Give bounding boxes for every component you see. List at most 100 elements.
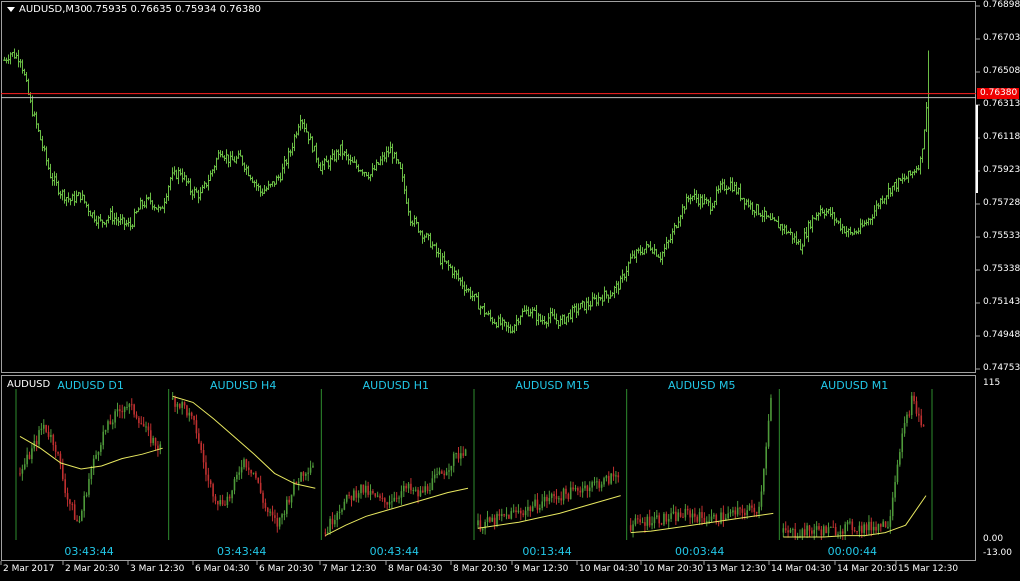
mini-candle-body bbox=[784, 528, 787, 531]
mini-candle-body bbox=[646, 516, 649, 526]
time-tick-label: 10 Mar 20:30 bbox=[643, 564, 704, 574]
mini-candle-body bbox=[755, 512, 758, 514]
mini-candle-body bbox=[238, 472, 241, 475]
mini-candle-body bbox=[899, 452, 901, 465]
mini-candle-body bbox=[684, 508, 687, 518]
mini-candle-body bbox=[760, 491, 763, 507]
mini-candle-body bbox=[496, 513, 498, 525]
chart-window[interactable]: AUDUSD,M30 0.75935 0.76635 0.75934 0.763… bbox=[0, 0, 1020, 581]
timeframe-label: AUDUSD M5 bbox=[668, 379, 736, 392]
mini-candle-body bbox=[834, 526, 837, 535]
mini-candle-body bbox=[691, 513, 694, 518]
mini-candle-body bbox=[827, 527, 830, 534]
mini-candle-body bbox=[765, 446, 767, 469]
mini-candle-body bbox=[844, 524, 846, 534]
mini-candle-body bbox=[219, 500, 222, 505]
mini-candle-body bbox=[40, 428, 43, 431]
mini-candle-body bbox=[560, 498, 563, 501]
mini-candle-body bbox=[157, 445, 159, 450]
mini-candle-body bbox=[422, 490, 424, 493]
mini-candle-body bbox=[527, 506, 529, 511]
mini-candle-body bbox=[825, 526, 827, 534]
mini-candle-body bbox=[407, 483, 410, 489]
mini-candle-body bbox=[739, 507, 741, 509]
mini-candle-body bbox=[76, 519, 78, 522]
mini-candle-body bbox=[686, 508, 689, 511]
mini-candle-body bbox=[381, 497, 384, 499]
mini-candle-body bbox=[391, 501, 393, 503]
mini-candle-body bbox=[553, 494, 555, 497]
mini-candle-body bbox=[651, 523, 653, 526]
mini-candle-body bbox=[758, 506, 760, 514]
bar-countdown: 03:43:44 bbox=[64, 545, 114, 558]
mini-candle-body bbox=[297, 481, 300, 484]
mini-candle-body bbox=[269, 511, 271, 513]
mini-candle-body bbox=[305, 473, 307, 476]
mini-candle-body bbox=[126, 406, 128, 408]
price-tick-label: 0.75338 bbox=[983, 264, 1020, 274]
mini-candle-body bbox=[362, 484, 365, 493]
mini-candle-body bbox=[584, 485, 586, 489]
mini-candle-body bbox=[579, 490, 582, 493]
timeframe-label: AUDUSD H1 bbox=[362, 379, 429, 392]
mini-candle-body bbox=[830, 526, 832, 528]
price-tick-label: 0.76508 bbox=[983, 66, 1020, 76]
mini-candle-body bbox=[767, 420, 770, 447]
mini-candle-body bbox=[849, 521, 851, 523]
mini-candle-body bbox=[257, 477, 260, 483]
mini-candle-body bbox=[312, 465, 314, 468]
mini-candle-body bbox=[372, 491, 374, 494]
mini-candle-body bbox=[500, 514, 503, 516]
mini-candle-body bbox=[130, 404, 133, 406]
mini-candle-body bbox=[663, 513, 665, 525]
mini-candle-body bbox=[787, 530, 789, 533]
mini-candle-body bbox=[31, 448, 33, 459]
mini-candle-body bbox=[656, 515, 658, 518]
mini-candle-body bbox=[701, 512, 703, 518]
time-tick-label: 14 Mar 04:30 bbox=[771, 564, 832, 574]
mini-candle-body bbox=[603, 478, 605, 485]
mini-candle-body bbox=[839, 531, 842, 535]
mini-candle-body bbox=[503, 514, 505, 516]
mini-candle-body bbox=[675, 511, 677, 521]
mini-candle-body bbox=[73, 504, 76, 520]
mini-candle-body bbox=[243, 459, 245, 468]
mini-candle-body bbox=[45, 424, 47, 432]
mini-candle-body bbox=[457, 453, 460, 459]
time-tick-label: 15 Mar 12:30 bbox=[898, 564, 959, 574]
mini-candle-body bbox=[195, 420, 198, 434]
time-tick-label: 9 Mar 12:30 bbox=[514, 564, 569, 574]
mini-candle-body bbox=[872, 526, 875, 531]
mini-candle-body bbox=[868, 521, 870, 531]
mini-candle-body bbox=[732, 510, 734, 513]
mini-candle-body bbox=[641, 522, 644, 524]
mini-candle-body bbox=[522, 513, 524, 516]
mini-candle-body bbox=[205, 462, 207, 475]
mini-candle-body bbox=[658, 515, 660, 524]
symbol-timeframe-label: AUDUSD,M30 bbox=[19, 4, 87, 15]
time-tick-label: 8 Mar 20:30 bbox=[453, 564, 508, 574]
mini-candle-body bbox=[889, 516, 892, 527]
mini-candle-body bbox=[815, 526, 818, 530]
mini-candle-body bbox=[689, 510, 691, 518]
price-tick-label: 0.76703 bbox=[983, 33, 1020, 43]
mini-candle-body bbox=[644, 522, 646, 526]
mini-candle-body bbox=[901, 433, 904, 453]
mini-candle-body bbox=[818, 526, 820, 530]
mini-candle-body bbox=[920, 415, 923, 426]
mini-candle-body bbox=[338, 511, 341, 513]
mini-candle-body bbox=[290, 494, 293, 503]
ohlc-bars bbox=[3, 48, 930, 334]
mini-candle-body bbox=[329, 518, 331, 532]
mini-candle-body bbox=[350, 495, 353, 501]
mini-candle-body bbox=[266, 507, 269, 512]
mini-candle-body bbox=[541, 501, 543, 509]
mini-candle-body bbox=[851, 521, 854, 531]
mini-candle-body bbox=[357, 493, 360, 498]
mini-candle-body bbox=[336, 512, 339, 521]
mini-candle-body bbox=[637, 518, 639, 520]
timeframe-label: AUDUSD D1 bbox=[57, 379, 124, 392]
mini-candle-body bbox=[508, 514, 510, 519]
mini-candle-body bbox=[119, 409, 121, 412]
mini-candle-body bbox=[753, 507, 756, 513]
